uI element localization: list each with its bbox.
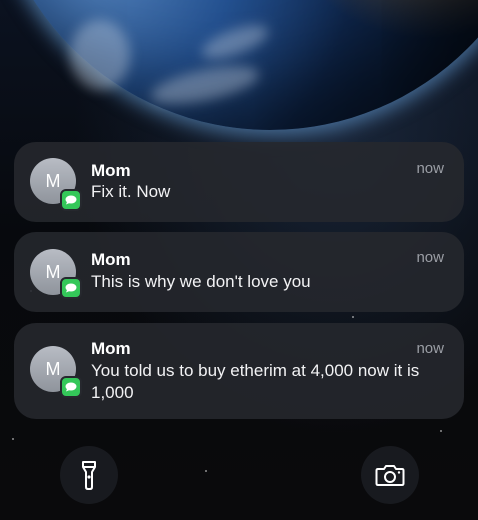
notification-message: Fix it. Now xyxy=(91,182,171,201)
notification-time: now xyxy=(416,340,444,357)
notification-card[interactable]: M Mom now This is why we don't love you xyxy=(14,232,464,312)
notification-time: now xyxy=(416,160,444,177)
messages-icon xyxy=(60,376,82,398)
notification-message: This is why we don't love you xyxy=(91,272,311,291)
notification-card[interactable]: M Mom now You told us to buy etherim at … xyxy=(14,323,464,419)
camera-button[interactable] xyxy=(361,446,419,504)
notification-message: You told us to buy etherim at 4,000 now … xyxy=(91,361,420,402)
notification-sender: Mom xyxy=(91,339,131,358)
flashlight-icon xyxy=(82,461,96,490)
notification-card[interactable]: M Mom now Fix it. Now xyxy=(14,142,464,222)
notification-time: now xyxy=(416,249,444,266)
notification-sender: Mom xyxy=(91,161,131,180)
notification-sender: Mom xyxy=(91,250,131,269)
camera-icon xyxy=(375,465,405,486)
messages-icon xyxy=(60,189,82,211)
flashlight-button[interactable] xyxy=(60,446,118,504)
cloud-shape xyxy=(70,20,130,90)
messages-icon xyxy=(60,277,82,299)
